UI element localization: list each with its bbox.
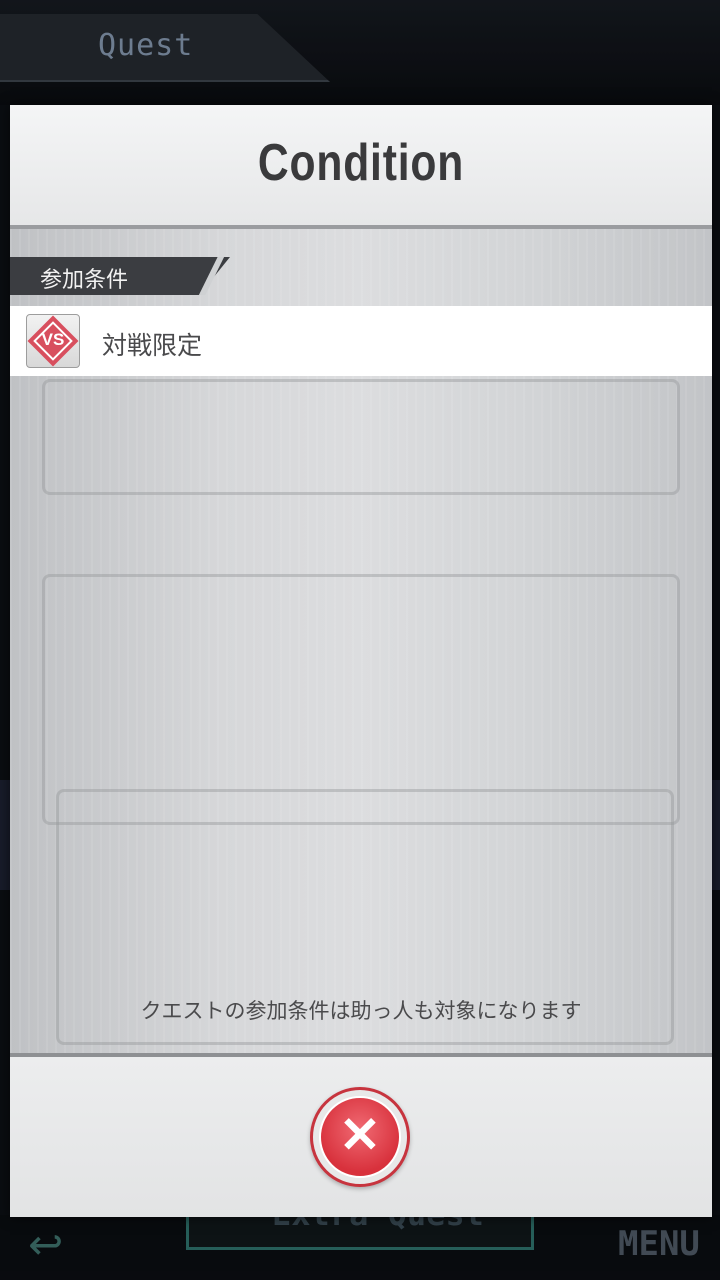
close-button-inner: ✕	[319, 1096, 401, 1178]
vs-icon: VS	[26, 314, 80, 368]
condition-label: 対戦限定	[102, 331, 203, 360]
vs-icon-text: VS	[41, 330, 65, 349]
dialog-footer: ✕	[10, 1053, 712, 1217]
ghost-quest-card	[42, 379, 680, 495]
ghost-quest-card	[42, 574, 680, 825]
condition-dialog: Condition 参加条件 VS 対戦限定 クエストの参加条件は助っ人も対象に…	[10, 105, 712, 1217]
close-icon: ✕	[339, 1107, 381, 1163]
condition-row: VS 対戦限定	[10, 306, 712, 376]
section-label: 参加条件	[40, 268, 129, 293]
dialog-title: Condition	[257, 134, 465, 192]
condition-note: クエストの参加条件は助っ人も対象になります	[140, 999, 582, 1023]
dialog-header: Condition	[10, 105, 712, 229]
close-button[interactable]: ✕	[310, 1087, 410, 1187]
